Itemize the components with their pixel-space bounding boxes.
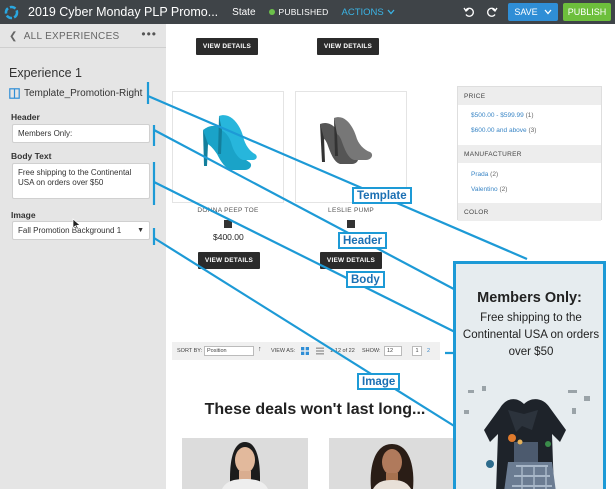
image-field-label: Image bbox=[11, 210, 36, 220]
sort-by-select[interactable]: Position bbox=[204, 346, 254, 356]
top-bar: 2019 Cyber Monday PLP Promo... State PUB… bbox=[0, 0, 615, 24]
save-button[interactable]: SAVE bbox=[508, 3, 558, 21]
promo-header: Members Only: bbox=[477, 290, 582, 306]
color-swatch[interactable] bbox=[224, 220, 232, 228]
model-woman-image bbox=[370, 444, 414, 489]
filter-option-count: (3) bbox=[528, 127, 537, 134]
manufacturer-filter-option[interactable]: Valentino (2) bbox=[471, 186, 507, 193]
manufacturer-filter-header[interactable]: MANUFACTURER bbox=[458, 145, 601, 163]
show-label: SHOW: bbox=[362, 348, 381, 354]
body-text-field-label: Body Text bbox=[11, 151, 52, 161]
actions-menu-label: ACTIONS bbox=[341, 6, 384, 18]
grid-view-icon[interactable] bbox=[301, 347, 309, 355]
publish-button[interactable]: PUBLISH bbox=[563, 3, 611, 21]
teal-heel-shoe-image bbox=[203, 115, 257, 170]
image-select[interactable]: Fall Promotion Background 1 ▼ bbox=[12, 221, 150, 240]
filter-option-label: $600.00 and above bbox=[471, 127, 527, 134]
model-woman-image bbox=[222, 442, 268, 489]
state-label: State bbox=[232, 6, 256, 18]
model-photo-1[interactable] bbox=[182, 438, 308, 489]
promo-body-text: Free shipping to the Continental USA on … bbox=[462, 312, 600, 358]
template-selector[interactable]: Template_Promotion-Right bbox=[9, 88, 142, 99]
color-swatch[interactable] bbox=[347, 220, 355, 228]
save-button-label: SAVE bbox=[514, 7, 538, 17]
model-photo-2[interactable] bbox=[329, 438, 455, 489]
product-price: $400.00 bbox=[213, 232, 244, 242]
header-field-label: Header bbox=[11, 112, 40, 122]
view-details-button[interactable]: VIEW DETAILS bbox=[196, 38, 258, 55]
filter-option-label: Prada bbox=[471, 171, 489, 178]
campaign-title: 2019 Cyber Monday PLP Promo... bbox=[28, 5, 219, 19]
header-input[interactable]: Members Only: bbox=[12, 124, 150, 143]
color-filter-header[interactable]: COLOR bbox=[458, 203, 601, 221]
image-annotation-label: Image bbox=[357, 373, 401, 390]
chevron-down-icon bbox=[387, 9, 395, 15]
undo-icon[interactable] bbox=[461, 4, 477, 20]
template-name: Template_Promotion-Right bbox=[24, 88, 143, 99]
chevron-down-icon bbox=[544, 9, 552, 15]
filter-option-label: $500.00 - $599.99 bbox=[471, 112, 524, 119]
image-select-value: Fall Promotion Background 1 bbox=[18, 226, 122, 235]
view-as-label: VIEW AS: bbox=[271, 348, 296, 354]
chevron-left-icon: ❮ bbox=[9, 30, 18, 42]
page-2-link[interactable]: 2 bbox=[427, 348, 430, 354]
experience-title: Experience 1 bbox=[9, 66, 82, 80]
product-name[interactable]: LESLIE PUMP bbox=[295, 207, 407, 214]
experience-editor-panel: ❮ ALL EXPERIENCES ••• Experience 1 Templ… bbox=[0, 24, 166, 489]
view-details-button[interactable]: VIEW DETAILS bbox=[317, 38, 379, 55]
promo-background-image bbox=[456, 380, 603, 489]
header-annotation-label: Header bbox=[338, 232, 387, 249]
filter-sidebar: PRICE $500.00 - $599.99 (1) $600.00 and … bbox=[457, 86, 602, 221]
deals-heading: These deals won't last long... bbox=[204, 401, 426, 418]
price-filter-option[interactable]: $600.00 and above (3) bbox=[471, 127, 536, 134]
body-text-input[interactable]: Free shipping to the Continental USA on … bbox=[12, 163, 150, 199]
published-status-text: PUBLISHED bbox=[278, 7, 329, 17]
body-annotation-label: Body bbox=[346, 271, 385, 288]
list-view-icon[interactable] bbox=[316, 347, 324, 355]
filter-option-label: Valentino bbox=[471, 186, 498, 193]
app-logo-icon[interactable] bbox=[0, 0, 22, 24]
filter-option-count: (2) bbox=[490, 171, 499, 178]
product-image-donna-peep-toe[interactable] bbox=[172, 91, 284, 203]
filter-option-count: (1) bbox=[525, 112, 534, 119]
price-filter-option[interactable]: $500.00 - $599.99 (1) bbox=[471, 112, 534, 119]
toolbar-sort-view: SORT BY: Position ↑ VIEW AS: 1-12 of 22 … bbox=[172, 342, 440, 360]
divider bbox=[0, 47, 166, 48]
price-filter-header[interactable]: PRICE bbox=[458, 87, 601, 105]
filter-option-count: (2) bbox=[499, 186, 508, 193]
layout-template-icon bbox=[9, 88, 20, 99]
view-details-button[interactable]: VIEW DETAILS bbox=[198, 252, 260, 269]
published-status-dot bbox=[268, 9, 275, 15]
redo-icon[interactable] bbox=[484, 4, 500, 20]
page-1-link[interactable]: 1 bbox=[412, 346, 422, 356]
actions-menu[interactable]: ACTIONS bbox=[342, 7, 395, 18]
manufacturer-filter-option[interactable]: Prada (2) bbox=[471, 171, 498, 178]
show-per-page-select[interactable]: 12 bbox=[384, 346, 402, 356]
caret-down-icon: ▼ bbox=[137, 227, 144, 234]
sort-by-label: SORT BY: bbox=[177, 348, 203, 354]
sort-direction-icon[interactable]: ↑ bbox=[258, 346, 262, 353]
view-details-button[interactable]: VIEW DETAILS bbox=[320, 252, 382, 269]
mouse-cursor-icon bbox=[72, 218, 81, 230]
back-to-all-experiences[interactable]: ❮ ALL EXPERIENCES ••• bbox=[9, 27, 157, 43]
more-options-icon[interactable]: ••• bbox=[141, 27, 157, 41]
product-name[interactable]: DONNA PEEP TOE bbox=[172, 207, 284, 214]
back-label: ALL EXPERIENCES bbox=[23, 30, 120, 42]
promotion-banner[interactable]: Members Only: Free shipping to the Conti… bbox=[453, 261, 606, 489]
item-count-text: 1-12 of 22 bbox=[330, 348, 355, 354]
template-annotation-label: Template bbox=[352, 187, 412, 204]
